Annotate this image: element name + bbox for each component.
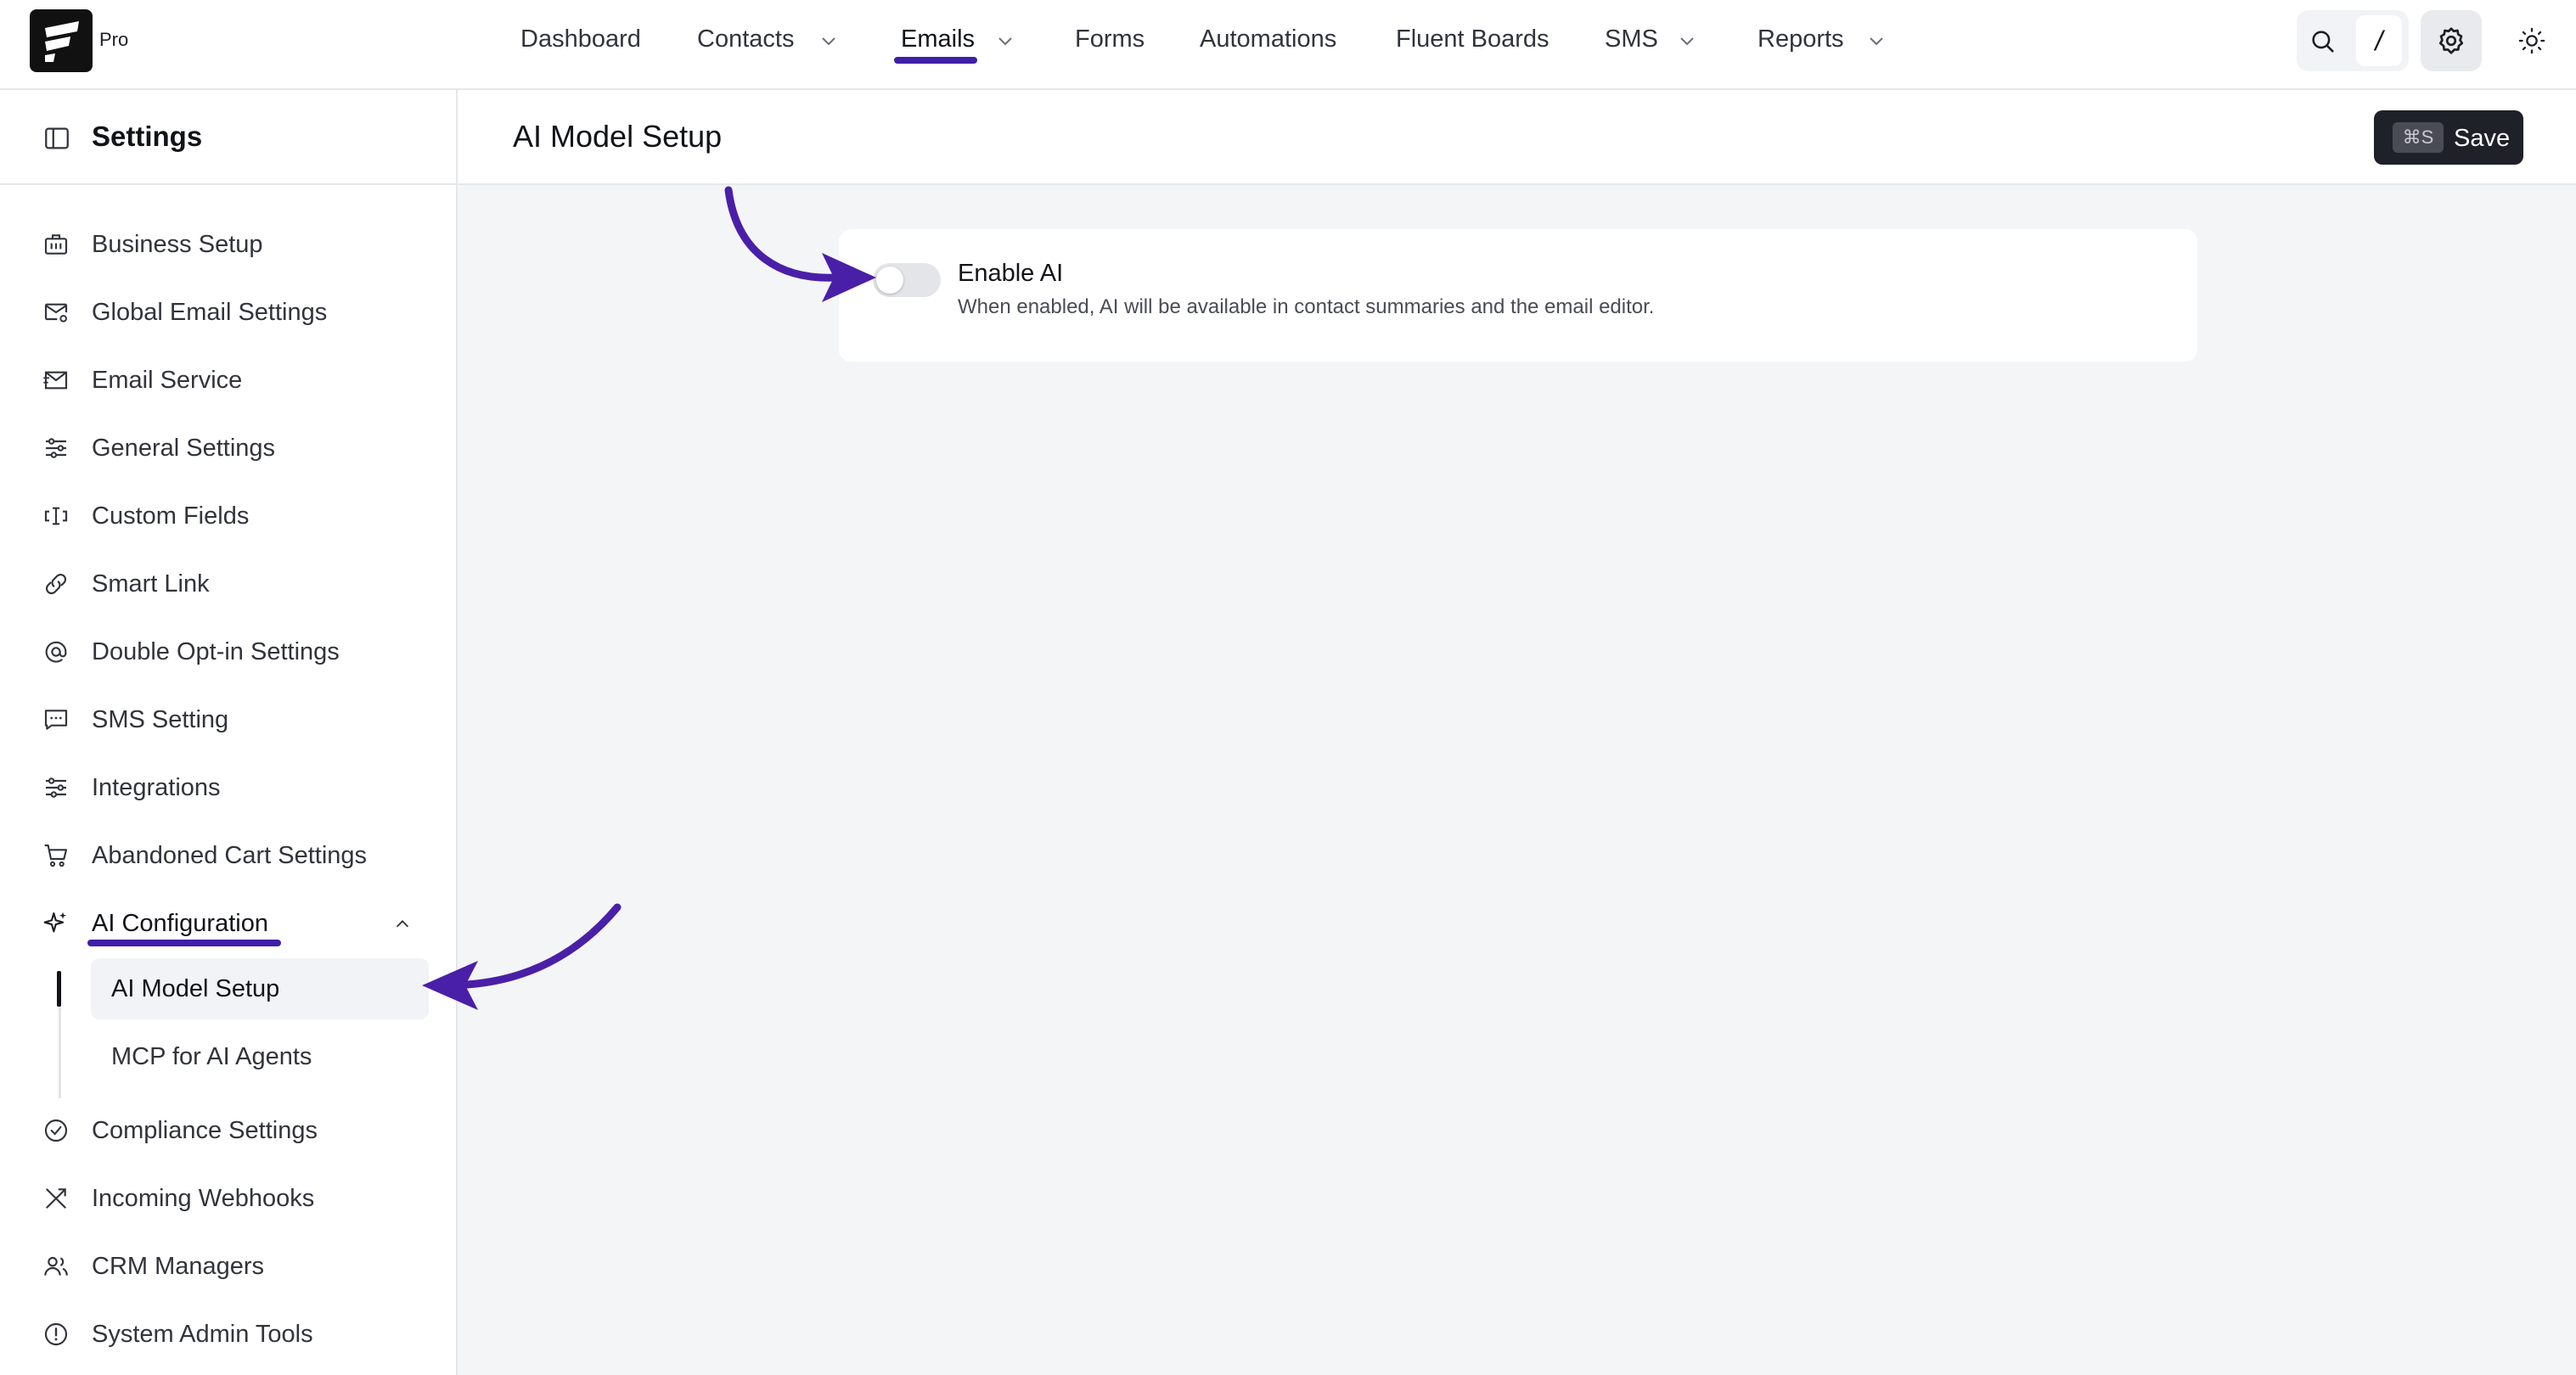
enable-ai-card: Enable AI When enabled, AI will be avail…	[839, 229, 2197, 362]
toggle-knob	[876, 267, 903, 294]
nav-forms[interactable]: Forms	[1075, 25, 1145, 53]
sidebar-item-integrations[interactable]: Integrations	[42, 764, 433, 811]
nav-emails[interactable]: Emails	[901, 25, 975, 53]
sidebar-item-custom-fields[interactable]: Custom Fields	[42, 492, 433, 540]
search-icon	[2312, 31, 2334, 53]
page-title: AI Model Setup	[513, 119, 723, 154]
nav-reports[interactable]: Reports	[1758, 25, 1844, 53]
sidebar-title: Settings	[92, 121, 203, 152]
page-header: AI Model Setup ⌘S Save	[458, 90, 2576, 185]
search-shortcut-key: /	[2356, 15, 2402, 66]
sidebar-item-general-settings[interactable]: General Settings	[42, 424, 433, 472]
sidebar-item-label: Integrations	[92, 774, 221, 801]
chevron-down-icon[interactable]	[995, 31, 1015, 51]
nav-fluent-boards[interactable]: Fluent Boards	[1396, 25, 1550, 53]
gear-icon	[2438, 27, 2464, 54]
sidebar-header: Settings	[0, 90, 456, 185]
sidebar-item-system-admin-tools[interactable]: System Admin Tools	[42, 1310, 433, 1358]
save-label: Save	[2454, 125, 2511, 152]
nav-contacts[interactable]: Contacts	[697, 25, 794, 53]
sidebar-item-label: System Admin Tools	[92, 1321, 313, 1348]
sidebar-item-smart-link[interactable]: Smart Link	[42, 560, 433, 608]
sidebar-item-label: CRM Managers	[92, 1253, 265, 1280]
save-shortcut-key: ⌘S	[2393, 122, 2444, 153]
chevron-down-icon[interactable]	[818, 31, 839, 51]
chevron-down-icon[interactable]	[1677, 31, 1697, 51]
message-icon	[44, 710, 68, 730]
alert-circle-icon	[44, 1322, 68, 1346]
settings-button[interactable]	[2421, 10, 2482, 71]
settings-sidebar: Settings Business Setup Global Email Set…	[0, 90, 458, 1375]
at-sign-icon	[45, 641, 67, 663]
sidebar-item-label: Abandoned Cart Settings	[92, 842, 368, 869]
sidebar-item-sms-setting[interactable]: SMS Setting	[42, 696, 433, 744]
users-icon	[44, 1256, 68, 1276]
sidebar-item-email-service[interactable]: Email Service	[42, 356, 433, 404]
logo-mark-icon	[45, 21, 79, 62]
enable-ai-label: Enable AI	[958, 260, 1064, 287]
sidebar-item-global-email-settings[interactable]: Global Email Settings	[42, 289, 433, 336]
sun-icon	[2518, 27, 2545, 54]
chevron-up-icon[interactable]	[393, 915, 412, 934]
webhook-icon	[46, 1188, 66, 1209]
submenu-item-label: AI Model Setup	[111, 975, 280, 1002]
nav-sms[interactable]: SMS	[1605, 25, 1658, 53]
sliders-icon	[46, 438, 66, 458]
sidebar-item-label: Email Service	[92, 367, 243, 394]
pro-badge: Pro	[99, 29, 129, 50]
sidebar-item-label: Compliance Settings	[92, 1117, 318, 1144]
submenu-item-ai-model-setup[interactable]: AI Model Setup	[91, 958, 429, 1019]
sidebar-item-business-setup[interactable]: Business Setup	[42, 221, 433, 268]
sidebar-item-label: Business Setup	[92, 231, 263, 258]
link-icon	[45, 573, 67, 595]
sidebar-item-crm-managers[interactable]: CRM Managers	[42, 1243, 433, 1290]
text-cursor-icon	[44, 507, 68, 525]
save-button[interactable]: ⌘S Save	[2374, 110, 2523, 165]
theme-toggle-button[interactable]	[2501, 10, 2562, 71]
chevron-down-icon[interactable]	[1866, 31, 1887, 51]
sidebar-item-label: Double Opt-in Settings	[92, 638, 340, 665]
submenu-item-mcp-for-ai-agents[interactable]: MCP for AI Agents	[91, 1026, 429, 1087]
mail-send-icon	[43, 371, 68, 390]
nav-dashboard[interactable]: Dashboard	[520, 25, 641, 53]
sidebar-item-label: SMS Setting	[92, 706, 229, 733]
sidebar-item-label: Incoming Webhooks	[92, 1185, 315, 1212]
mail-settings-icon	[44, 303, 68, 323]
sidebar-item-label: Global Email Settings	[92, 299, 328, 326]
sidebar-item-label: AI Configuration	[92, 910, 268, 937]
submenu-item-label: MCP for AI Agents	[111, 1043, 312, 1070]
top-navigation-bar: Pro Dashboard Contacts Emails Forms Auto…	[0, 0, 2576, 90]
check-circle-icon	[44, 1119, 68, 1142]
sidebar-item-label: General Settings	[92, 435, 276, 462]
sliders-icon	[46, 777, 66, 798]
enable-ai-toggle[interactable]	[873, 263, 941, 297]
nav-automations[interactable]: Automations	[1200, 25, 1336, 53]
main-content: AI Model Setup ⌘S Save Enable AI When en…	[458, 90, 2576, 1375]
active-section-underline	[87, 940, 281, 946]
sidebar-item-abandoned-cart[interactable]: Abandoned Cart Settings	[42, 832, 433, 879]
active-nav-underline	[894, 57, 977, 64]
sidebar-item-label: Custom Fields	[92, 502, 250, 530]
submenu-active-indicator	[57, 971, 61, 1007]
sidebar-item-double-opt-in[interactable]: Double Opt-in Settings	[42, 628, 433, 676]
sidebar-item-label: Smart Link	[92, 570, 210, 598]
sidebar-item-compliance-settings[interactable]: Compliance Settings	[42, 1107, 433, 1154]
cart-icon	[44, 844, 68, 867]
sparkles-icon	[43, 912, 66, 933]
enable-ai-description: When enabled, AI will be available in co…	[958, 295, 1655, 318]
building-icon	[44, 234, 68, 255]
sidebar-panel-icon[interactable]	[42, 124, 71, 153]
sidebar-item-incoming-webhooks[interactable]: Incoming Webhooks	[42, 1175, 433, 1222]
fluentcrm-logo[interactable]	[30, 9, 93, 72]
